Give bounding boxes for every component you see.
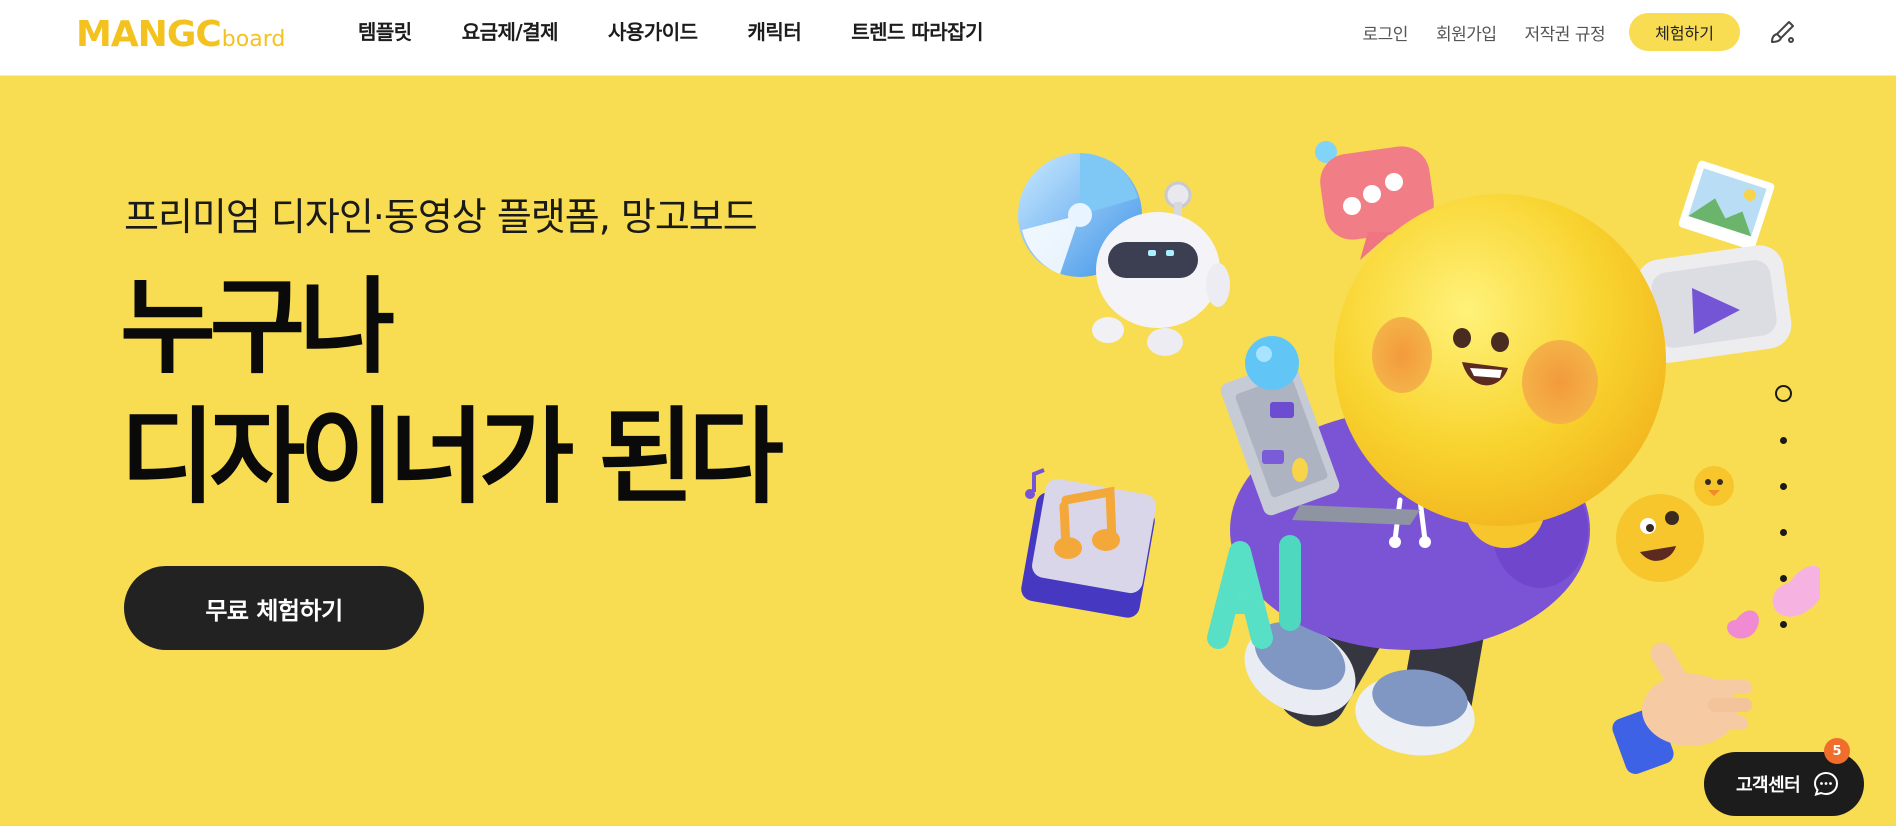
music-note-icon (1021, 468, 1156, 618)
nav-trends[interactable]: 트렌드 따라잡기 (851, 18, 983, 46)
logo[interactable]: MANGC board (76, 14, 286, 55)
nav-templates[interactable]: 템플릿 (358, 18, 412, 46)
paintbrush-icon[interactable] (1766, 15, 1800, 49)
logo-main-text: MANGC (76, 14, 222, 55)
emoji-icon (1616, 466, 1734, 582)
customer-center-label: 고객센터 (1736, 775, 1801, 796)
pager-dot[interactable] (1780, 483, 1787, 490)
main-nav: 템플릿 요금제/결제 사용가이드 캐릭터 트렌드 따라잡기 (358, 18, 1033, 46)
hero-subtitle: 프리미엄 디자인·동영상 플랫폼, 망고보드 (124, 195, 758, 239)
trial-button[interactable]: 체험하기 (1629, 13, 1740, 51)
login-link[interactable]: 로그인 (1363, 20, 1409, 45)
headline-line-1: 누구나 (120, 266, 395, 388)
copyright-link[interactable]: 저작권 규정 (1525, 20, 1606, 45)
heart-icon (1727, 565, 1820, 639)
notification-badge: 5 (1824, 738, 1850, 764)
nav-character[interactable]: 캐릭터 (748, 18, 802, 46)
hero-illustration (1018, 141, 1820, 774)
pager-dot[interactable] (1780, 529, 1787, 536)
pager-dot[interactable] (1780, 437, 1787, 444)
pager-dot[interactable] (1775, 385, 1792, 402)
nav-guide[interactable]: 사용가이드 (608, 18, 698, 46)
hero-headline: 누구나 디자이너가 된다 (120, 262, 784, 522)
signup-link[interactable]: 회원가입 (1436, 20, 1497, 45)
pager-dot[interactable] (1780, 621, 1787, 628)
site-header: MANGC board 템플릿 요금제/결제 사용가이드 캐릭터 트렌드 따라잡… (0, 0, 1896, 76)
logo-sub-text: board (221, 27, 286, 52)
util-menu: 로그인 회원가입 저작권 규정 체험하기 (1335, 13, 1800, 51)
free-trial-button[interactable]: 무료 체험하기 (124, 566, 424, 650)
pager-dot[interactable] (1780, 575, 1787, 582)
chat-icon (1814, 771, 1839, 797)
nav-pricing[interactable]: 요금제/결제 (462, 18, 559, 46)
photo-icon (1678, 160, 1775, 250)
headline-line-2: 디자이너가 된다 (120, 396, 784, 518)
